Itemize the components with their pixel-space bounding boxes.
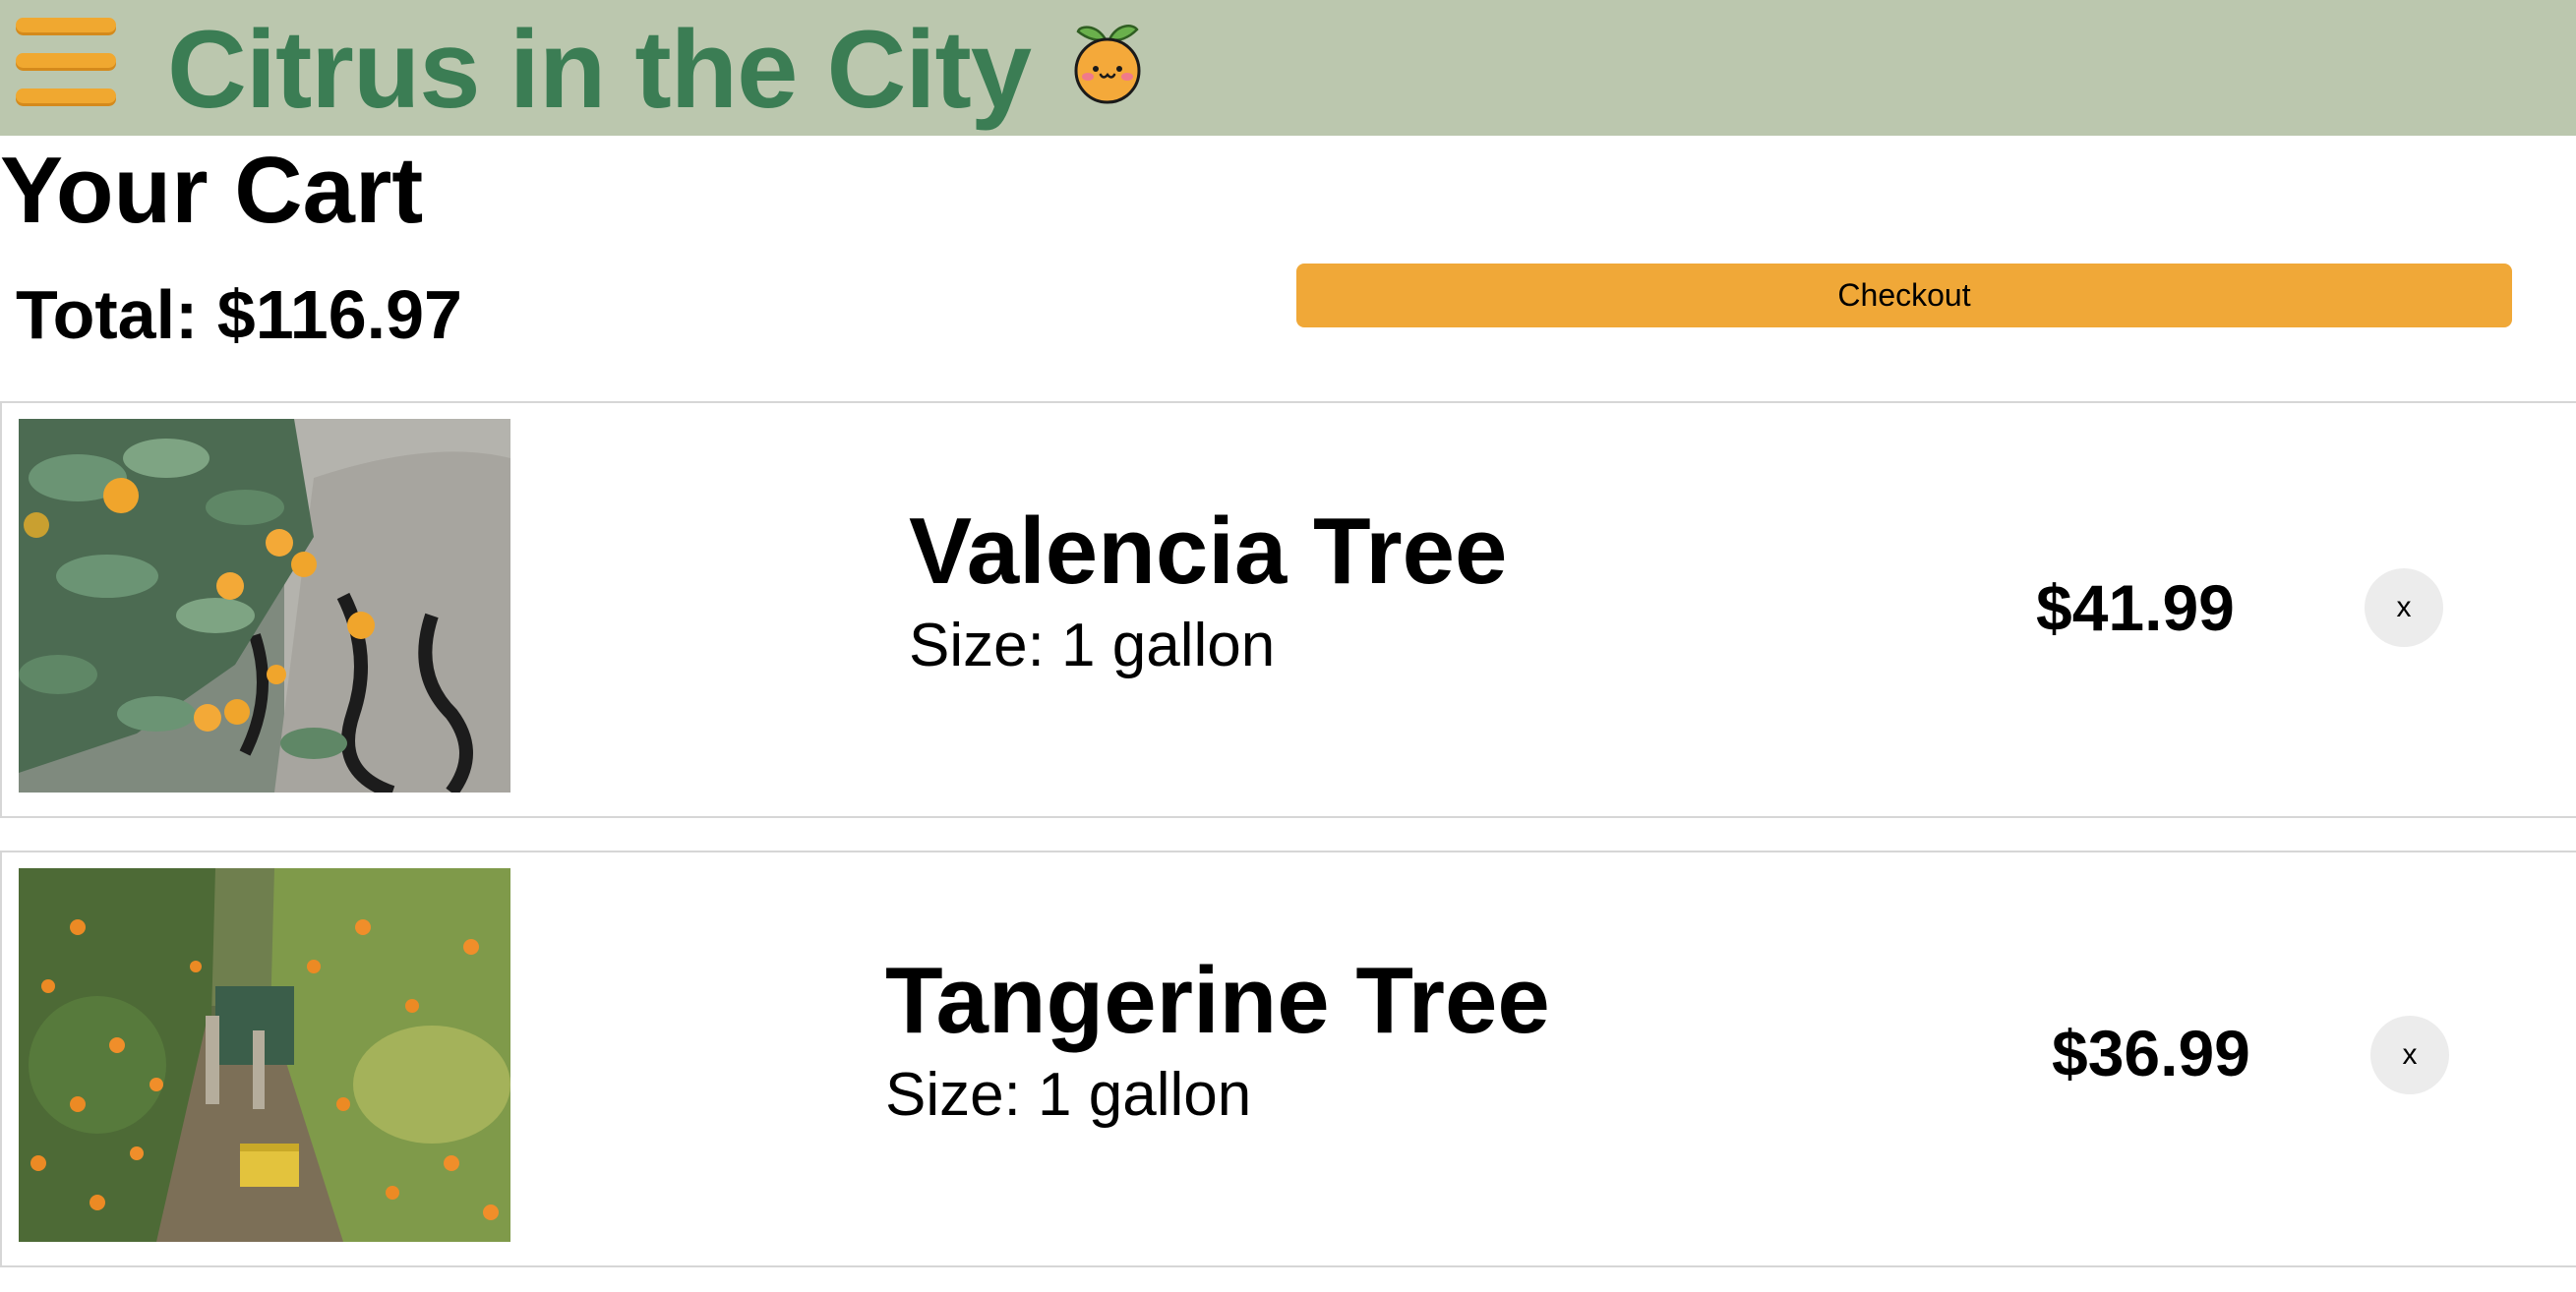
remove-item-button[interactable]: x bbox=[2370, 1016, 2449, 1094]
item-name: Tangerine Tree bbox=[885, 948, 1550, 1053]
smiling-orange-icon bbox=[1070, 18, 1145, 104]
checkout-button[interactable]: Checkout bbox=[1296, 264, 2512, 327]
item-price: $41.99 bbox=[2036, 571, 2235, 644]
remove-item-button[interactable]: x bbox=[2365, 568, 2443, 647]
item-name: Valencia Tree bbox=[909, 499, 1508, 604]
menu-bar-top bbox=[16, 18, 116, 32]
tangerine-tree-image bbox=[19, 868, 510, 1242]
item-price: $36.99 bbox=[2052, 1017, 2250, 1089]
menu-bar-middle bbox=[16, 53, 116, 68]
site-header: Citrus in the City bbox=[0, 0, 2576, 136]
cart-item-tangerine: Tangerine Tree Size: 1 gallon $36.99 x bbox=[0, 851, 2576, 1267]
hamburger-menu-icon[interactable] bbox=[16, 18, 118, 108]
cart-item-valencia: Valencia Tree Size: 1 gallon $41.99 x bbox=[0, 401, 2576, 818]
page-title: Your Cart bbox=[0, 138, 424, 243]
item-size: Size: 1 gallon bbox=[885, 1061, 1252, 1129]
valencia-tree-image bbox=[19, 419, 510, 793]
menu-bar-bottom bbox=[16, 88, 116, 103]
item-size: Size: 1 gallon bbox=[909, 612, 1276, 679]
site-title[interactable]: Citrus in the City bbox=[167, 6, 1032, 134]
cart-total: Total: $116.97 bbox=[16, 276, 462, 353]
